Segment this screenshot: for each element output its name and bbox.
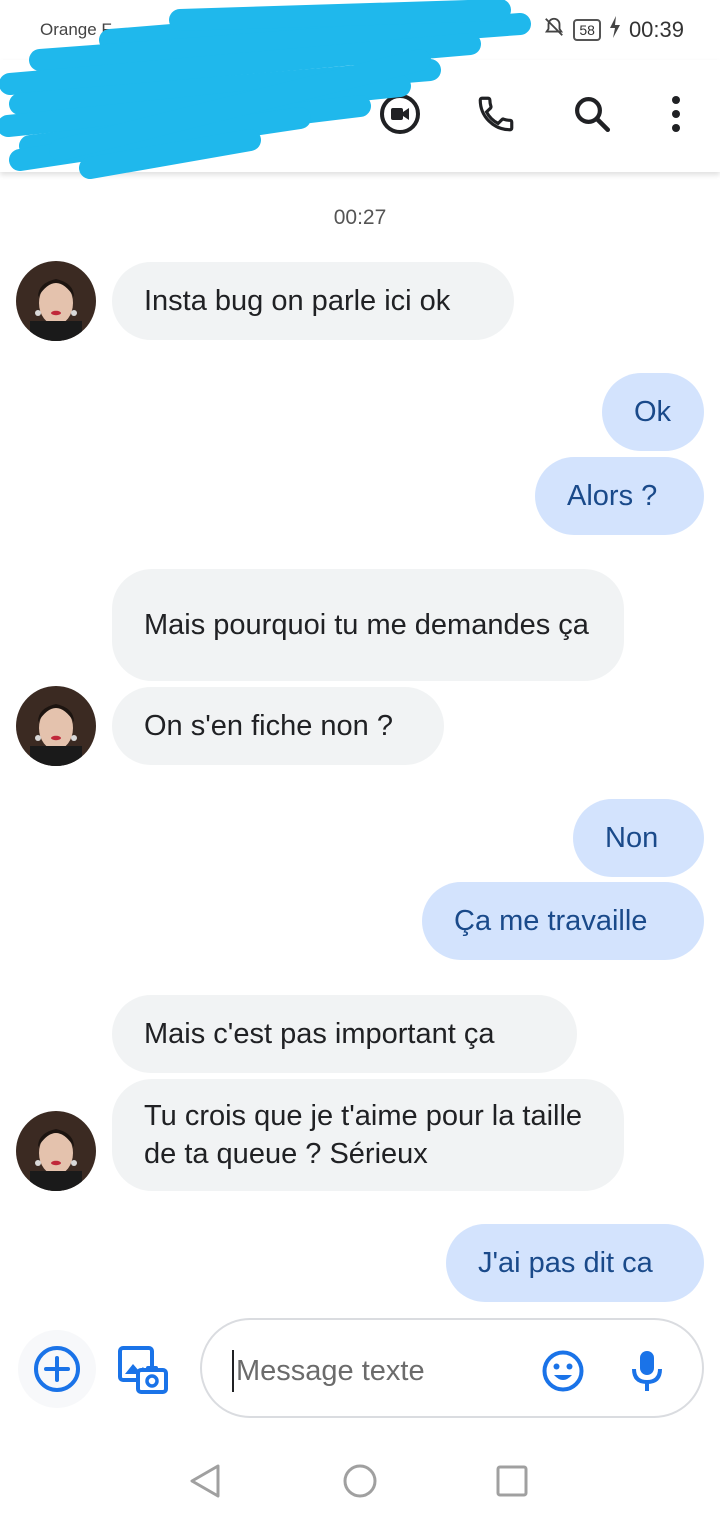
system-navigation-bar [0, 1440, 720, 1520]
incoming-message[interactable]: Mais c'est pas important ça [112, 995, 577, 1073]
incoming-message[interactable]: On s'en fiche non ? [112, 687, 444, 765]
plus-circle-icon [34, 1346, 80, 1392]
incoming-message[interactable]: Insta bug on parle ici ok [112, 262, 514, 340]
incoming-message[interactable]: Tu crois que je t'aime pour la taille de… [112, 1079, 624, 1191]
gallery-camera-icon [118, 1346, 168, 1394]
charging-icon [609, 16, 621, 44]
gallery-camera-button[interactable] [112, 1340, 172, 1400]
conversation-timestamp: 00:27 [333, 206, 387, 229]
outgoing-message[interactable]: Ok [602, 373, 704, 451]
outgoing-message[interactable]: Alors ? [535, 457, 704, 535]
compose-field [200, 1318, 704, 1418]
search-icon[interactable] [566, 88, 618, 140]
outgoing-message[interactable]: J'ai pas dit ca [446, 1224, 704, 1302]
back-icon[interactable] [182, 1458, 228, 1504]
message-input[interactable] [232, 1350, 528, 1392]
incoming-message[interactable]: Mais pourquoi tu me demandes ça [112, 569, 624, 681]
more-vert-icon[interactable] [650, 88, 702, 140]
home-icon[interactable] [337, 1458, 383, 1504]
status-icons: 58 00:39 [543, 16, 684, 44]
add-attachment-button[interactable] [18, 1330, 96, 1408]
contact-avatar[interactable] [16, 686, 96, 766]
clock: 00:39 [628, 17, 684, 42]
contact-avatar[interactable] [16, 261, 96, 341]
outgoing-message[interactable]: Ça me travaille [422, 882, 704, 960]
microphone-icon[interactable] [622, 1346, 672, 1396]
emoji-icon[interactable] [540, 1348, 586, 1394]
redaction-scribble [0, 0, 531, 179]
recents-icon[interactable] [489, 1458, 535, 1504]
outgoing-message[interactable]: Non [573, 799, 704, 877]
contact-avatar[interactable] [16, 1111, 96, 1191]
battery-level: 58 [573, 19, 601, 41]
